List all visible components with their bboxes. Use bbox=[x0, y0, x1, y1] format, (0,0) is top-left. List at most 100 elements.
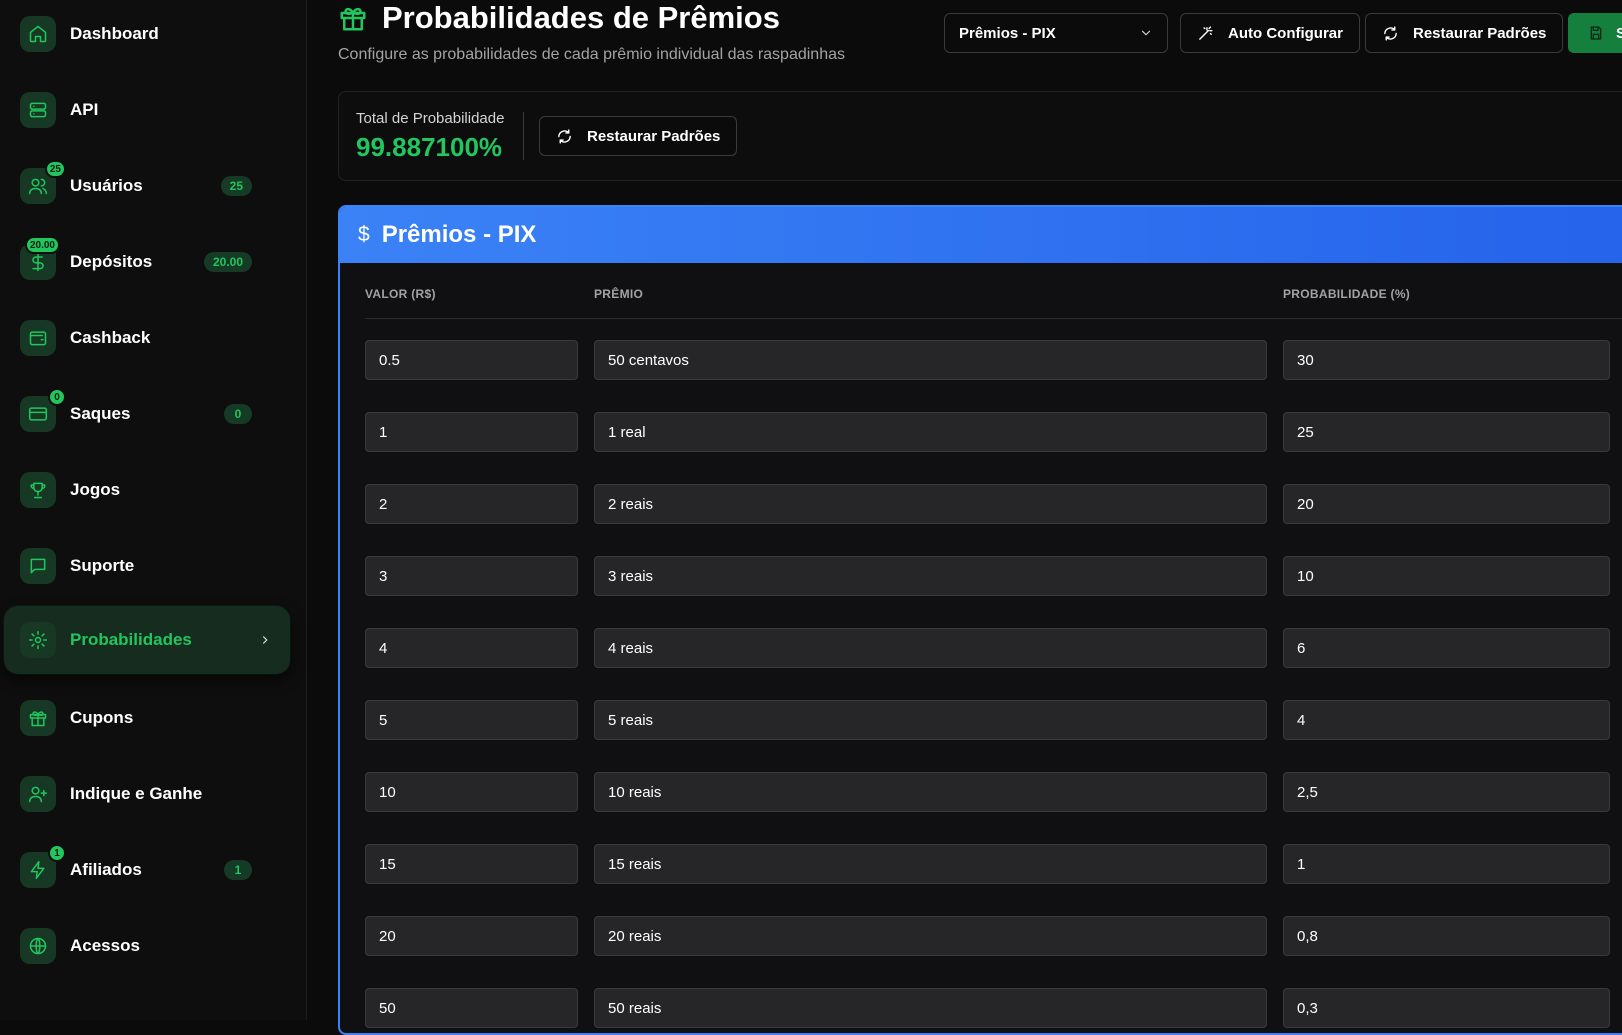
premio-input[interactable]: 3 reais bbox=[594, 556, 1267, 596]
sidebar-item-cupons[interactable]: Cupons bbox=[4, 684, 290, 752]
valor-input[interactable]: 3 bbox=[365, 556, 578, 596]
sidebar-item-api[interactable]: API bbox=[4, 76, 290, 144]
valor-input[interactable]: 5 bbox=[365, 700, 578, 740]
sidebar-item-label: Probabilidades bbox=[70, 630, 192, 649]
table-row: 10 10 reais 2,5 bbox=[340, 772, 1622, 812]
prize-category-select[interactable]: Prêmios - PIX bbox=[944, 13, 1168, 53]
sidebar-item-label: Saques bbox=[70, 404, 131, 423]
credit-card-icon: 0 bbox=[20, 388, 66, 432]
divider bbox=[523, 112, 524, 160]
valor-input[interactable]: 15 bbox=[365, 844, 578, 884]
valor-input[interactable]: 10 bbox=[365, 772, 578, 812]
restore-defaults-label: Restaurar Padrões bbox=[1413, 24, 1547, 42]
sidebar-item-acessos[interactable]: Acessos bbox=[4, 912, 290, 980]
refresh-icon bbox=[558, 128, 571, 144]
premio-input[interactable]: 2 reais bbox=[594, 484, 1267, 524]
table-row: 50 50 reais 0,3 bbox=[340, 988, 1622, 1028]
total-probability-label: Total de Probabilidade bbox=[356, 110, 505, 127]
premio-input[interactable]: 10 reais bbox=[594, 772, 1267, 812]
sidebar-item-depositos[interactable]: 20.00 Depósitos 20.00 bbox=[4, 228, 290, 296]
sidebar-item-indique-e-ganhe[interactable]: Indique e Ganhe bbox=[4, 760, 290, 828]
premio-input[interactable]: 5 reais bbox=[594, 700, 1267, 740]
refresh-icon bbox=[1384, 25, 1397, 41]
valor-input[interactable]: 50 bbox=[365, 988, 578, 1028]
save-button[interactable]: S bbox=[1568, 13, 1622, 53]
probabilidade-input[interactable]: 10 bbox=[1283, 556, 1610, 596]
probabilidade-input[interactable]: 4 bbox=[1283, 700, 1610, 740]
probabilidade-input[interactable]: 0,8 bbox=[1283, 916, 1610, 956]
sidebar-item-afiliados[interactable]: 1 Afiliados 1 bbox=[4, 836, 290, 904]
sidebar-item-label: Afiliados bbox=[70, 860, 142, 879]
sidebar-item-suporte[interactable]: Suporte bbox=[4, 532, 290, 600]
sidebar-item-cashback[interactable]: Cashback bbox=[4, 304, 290, 372]
panel-title: Prêmios - PIX bbox=[381, 221, 537, 248]
premio-input[interactable]: 1 real bbox=[594, 412, 1267, 452]
valor-input[interactable]: 20 bbox=[365, 916, 578, 956]
count-badge: 0 bbox=[224, 404, 252, 424]
auto-config-button[interactable]: Auto Configurar bbox=[1180, 13, 1360, 53]
premio-input[interactable]: 15 reais bbox=[594, 844, 1267, 884]
sidebar-item-jogos[interactable]: Jogos bbox=[4, 456, 290, 524]
column-header-probabilidade: PROBABILIDADE (%) bbox=[1283, 287, 1411, 301]
users-icon: 25 bbox=[20, 160, 66, 204]
dollar-icon: $ bbox=[358, 223, 370, 246]
gear-icon bbox=[20, 622, 56, 658]
sidebar-item-dashboard[interactable]: Dashboard bbox=[4, 0, 290, 68]
prizes-panel: $ Prêmios - PIX VALOR (R$) PRÊMIO PROBAB… bbox=[338, 205, 1622, 1035]
probabilidade-input[interactable]: 2,5 bbox=[1283, 772, 1610, 812]
premio-input[interactable]: 20 reais bbox=[594, 916, 1267, 956]
table-row: 20 20 reais 0,8 bbox=[340, 916, 1622, 956]
server-icon bbox=[20, 92, 56, 128]
sidebar-item-label: Depósitos bbox=[70, 252, 153, 271]
table-row: 0.5 50 centavos 30 bbox=[340, 340, 1622, 380]
valor-input[interactable]: 4 bbox=[365, 628, 578, 668]
table-row: 1 1 real 25 bbox=[340, 412, 1622, 452]
notification-badge: 0 bbox=[48, 388, 66, 406]
valor-input[interactable]: 0.5 bbox=[365, 340, 578, 380]
sidebar-item-label: Dashboard bbox=[70, 24, 159, 43]
premio-input[interactable]: 50 reais bbox=[594, 988, 1267, 1028]
probabilidade-input[interactable]: 25 bbox=[1283, 412, 1610, 452]
magic-wand-icon bbox=[1199, 25, 1213, 40]
restore-defaults-button[interactable]: Restaurar Padrões bbox=[1365, 13, 1564, 53]
probabilidade-input[interactable]: 30 bbox=[1283, 340, 1610, 380]
probabilidade-input[interactable]: 6 bbox=[1283, 628, 1610, 668]
probabilidade-input[interactable]: 20 bbox=[1283, 484, 1610, 524]
chevron-down-icon bbox=[1141, 30, 1151, 36]
message-icon bbox=[20, 548, 56, 584]
sidebar-item-saques[interactable]: 0 Saques 0 bbox=[4, 380, 290, 448]
table-row: 3 3 reais 10 bbox=[340, 556, 1622, 596]
page-subtitle: Configure as probabilidades de cada prêm… bbox=[338, 46, 845, 63]
save-icon bbox=[1590, 26, 1602, 40]
page-title: Probabilidades de Prêmios bbox=[382, 0, 780, 35]
notification-badge: 25 bbox=[44, 160, 66, 178]
trophy-icon bbox=[20, 472, 56, 508]
select-value: Prêmios - PIX bbox=[959, 24, 1056, 42]
count-badge: 1 bbox=[224, 860, 252, 880]
sidebar-item-label: Indique e Ganhe bbox=[70, 784, 203, 803]
panel-header: $ Prêmios - PIX bbox=[340, 207, 1622, 263]
sidebar-item-label: Jogos bbox=[70, 480, 121, 499]
sidebar-item-label: Usuários bbox=[70, 176, 143, 195]
sidebar-item-usuarios[interactable]: 25 Usuários 25 bbox=[4, 152, 290, 220]
table-row: 4 4 reais 6 bbox=[340, 628, 1622, 668]
valor-input[interactable]: 1 bbox=[365, 412, 578, 452]
probabilidade-input[interactable]: 1 bbox=[1283, 844, 1610, 884]
notification-badge: 20.00 bbox=[24, 236, 60, 254]
notification-badge: 1 bbox=[48, 844, 66, 862]
sidebar-item-probabilidades[interactable]: Probabilidades bbox=[4, 606, 290, 674]
sidebar-item-label: Acessos bbox=[70, 936, 140, 955]
probabilidade-input[interactable]: 0,3 bbox=[1283, 988, 1610, 1028]
user-plus-icon bbox=[20, 776, 56, 812]
dollar-icon: 20.00 bbox=[20, 236, 60, 280]
table-row: 2 2 reais 20 bbox=[340, 484, 1622, 524]
auto-config-label: Auto Configurar bbox=[1228, 24, 1343, 42]
total-probability-card: Total de Probabilidade 99.887100% Restau… bbox=[338, 91, 1622, 181]
restore-defaults-card-button[interactable]: Restaurar Padrões bbox=[539, 116, 738, 156]
premio-input[interactable]: 4 reais bbox=[594, 628, 1267, 668]
chevron-right-icon bbox=[258, 633, 272, 647]
premio-input[interactable]: 50 centavos bbox=[594, 340, 1267, 380]
globe-icon bbox=[20, 928, 56, 964]
count-badge: 20.00 bbox=[203, 252, 252, 272]
valor-input[interactable]: 2 bbox=[365, 484, 578, 524]
